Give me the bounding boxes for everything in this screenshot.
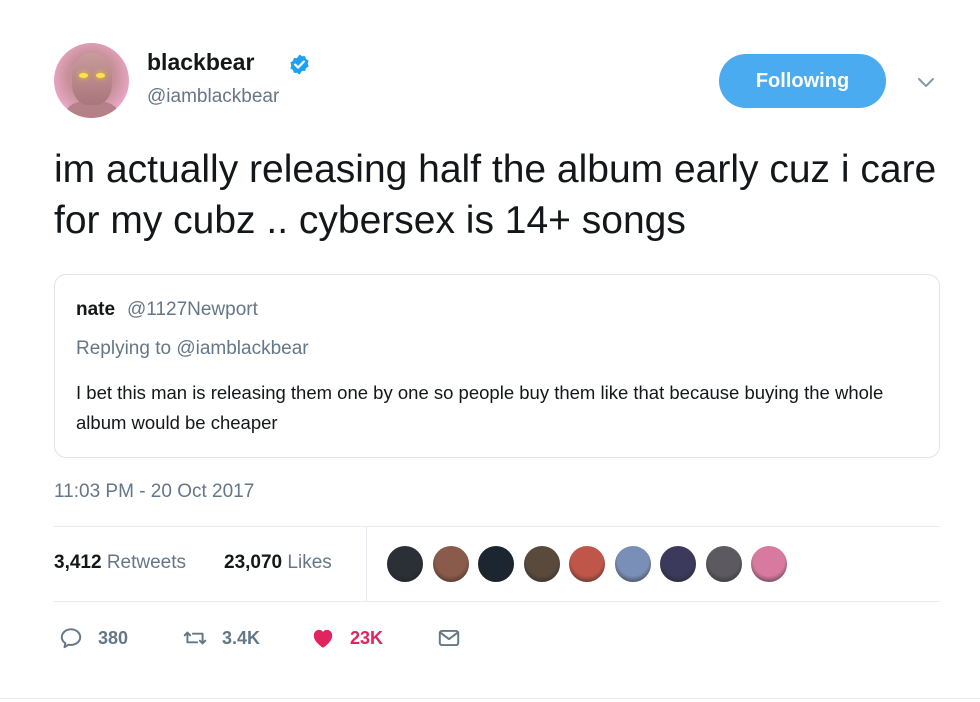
reply-count: 380: [98, 627, 129, 648]
likes-label: Likes: [287, 552, 332, 573]
liker-avatar[interactable]: [567, 544, 607, 584]
direct-message-action[interactable]: [436, 624, 462, 652]
divider: [54, 601, 940, 602]
retweets-count: 3,412: [54, 552, 102, 573]
liker-avatar[interactable]: [658, 544, 698, 584]
avatar-face: [72, 53, 112, 105]
likes-count: 23,070: [224, 552, 283, 573]
liker-avatar[interactable]: [612, 544, 653, 584]
liker-avatar[interactable]: [476, 544, 516, 584]
like-action[interactable]: 23K: [310, 624, 383, 652]
chevron-down-icon[interactable]: [914, 70, 938, 94]
quoted-tweet-text: I bet this man is releasing them one by …: [76, 382, 884, 433]
liker-avatar[interactable]: [749, 544, 789, 584]
reply-action[interactable]: 380: [58, 624, 128, 652]
quoted-tweet[interactable]: nate @1127Newport Replying to @iamblackb…: [54, 274, 940, 458]
liker-avatar[interactable]: [385, 544, 425, 584]
likes-stat[interactable]: 23,070 Likes: [224, 552, 332, 574]
retweets-stat[interactable]: 3,412 Retweets: [54, 552, 186, 574]
avatar-eye-left: [79, 73, 88, 78]
quoted-replying-to: Replying to @iamblackbear: [76, 338, 309, 359]
retweet-action[interactable]: 3.4K: [182, 624, 260, 652]
tweet-text: im actually releasing half the album ear…: [54, 148, 937, 242]
retweets-label: Retweets: [106, 552, 187, 573]
tweet-timestamp[interactable]: 11:03 PM - 20 Oct 2017: [54, 481, 254, 503]
quoted-author-name: nate: [76, 299, 116, 320]
bottom-divider: [0, 698, 980, 699]
liker-avatar[interactable]: [430, 544, 471, 584]
heart-icon: [313, 629, 333, 648]
divider: [54, 526, 940, 527]
liker-avatar[interactable]: [521, 544, 562, 584]
reply-icon: [60, 628, 82, 649]
following-button[interactable]: Following: [719, 54, 886, 108]
verified-badge-icon: [290, 54, 309, 75]
stats-divider: [366, 527, 367, 601]
retweet-icon: [183, 631, 207, 645]
author-avatar[interactable]: [54, 43, 129, 118]
liker-avatar[interactable]: [703, 544, 744, 584]
author-handle[interactable]: @iamblackbear: [147, 86, 279, 108]
author-name[interactable]: blackbear: [147, 49, 254, 76]
avatar-eye-right: [96, 73, 105, 78]
quoted-author-handle: @1127Newport: [127, 299, 258, 320]
envelope-icon: [438, 629, 460, 647]
retweet-count: 3.4K: [222, 627, 261, 648]
like-count: 23K: [350, 627, 384, 648]
